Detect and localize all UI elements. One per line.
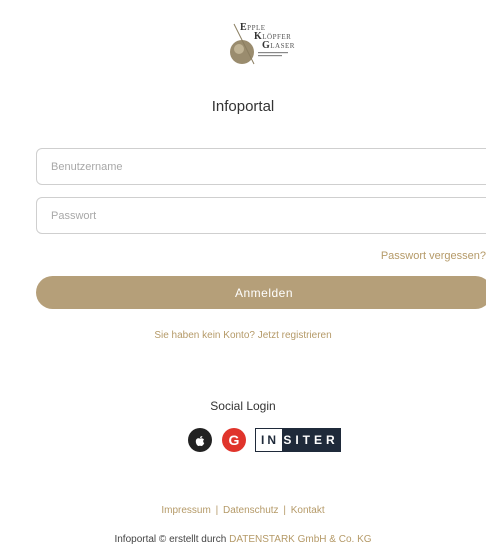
social-login-heading: Social Login — [210, 399, 276, 413]
login-button[interactable]: Anmelden — [36, 276, 486, 309]
username-field[interactable] — [36, 148, 486, 185]
page-title: Infoportal — [211, 98, 275, 115]
register-link[interactable]: Sie haben kein Konto? Jetzt registrieren — [0, 330, 486, 341]
apple-login-button[interactable] — [188, 428, 212, 452]
forgot-password-link[interactable]: Passwort vergessen? — [381, 250, 486, 262]
footer-separator: | — [215, 505, 219, 516]
password-input[interactable] — [37, 198, 486, 233]
footer-separator: | — [283, 505, 286, 516]
kontakt-link[interactable]: Kontakt — [291, 505, 325, 516]
footer-credit: Infoportal © erstellt durch DATENSTARK G… — [0, 534, 486, 545]
username-input[interactable] — [37, 149, 486, 184]
logo-line-3: GLASER — [262, 40, 295, 51]
insiter-login-button[interactable]: IN SITER — [255, 428, 341, 452]
credit-text: Infoportal © erstellt durch — [114, 534, 230, 545]
impressum-link[interactable]: Impressum — [161, 505, 210, 516]
google-login-button[interactable]: G — [222, 428, 246, 452]
password-field[interactable] — [36, 197, 486, 234]
datenstark-link[interactable]: DATENSTARK GmbH & Co. KG — [229, 534, 371, 545]
insiter-logo-in: IN — [256, 429, 282, 451]
apple-icon — [195, 436, 205, 446]
google-icon: G — [228, 432, 240, 448]
footer-links: Impressum | Datenschutz | Kontakt — [0, 505, 486, 516]
company-logo: EPPLE KLÖPFER GLASER — [228, 22, 306, 68]
datenschutz-link[interactable]: Datenschutz — [223, 505, 279, 516]
insiter-logo-siter: SITER — [282, 429, 340, 451]
